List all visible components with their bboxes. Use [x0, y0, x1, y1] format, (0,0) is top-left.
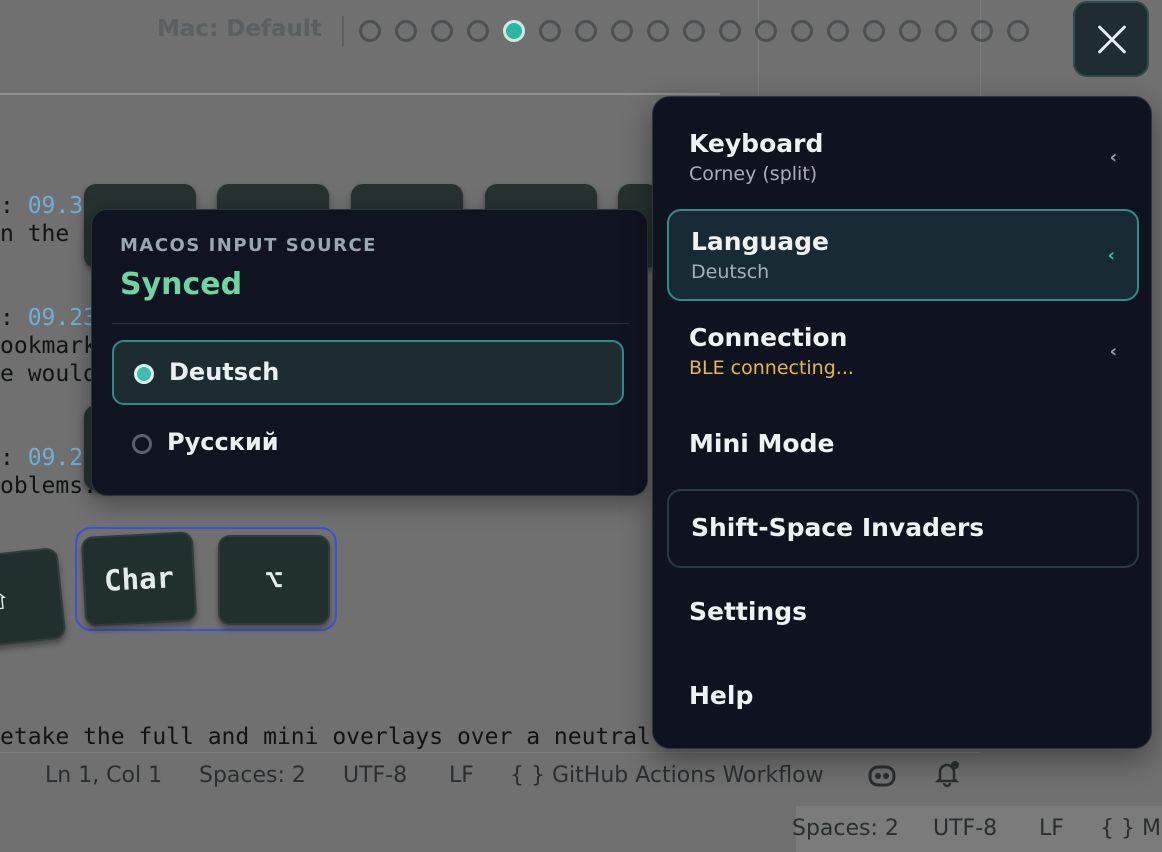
menu-item-subtitle: Deutsch [691, 261, 770, 283]
option-key[interactable]: ⌥ [218, 535, 330, 625]
menu-item-connection[interactable]: Connection BLE connecting... ‹ [667, 307, 1139, 397]
main-menu: Keyboard Corney (split) ‹ Language Deuts… [652, 96, 1152, 749]
language-mode-icon: { } [510, 763, 545, 788]
input-source-popup: MACOS INPUT SOURCE Synced Deutsch Русски… [91, 209, 648, 496]
editor-divider [758, 0, 759, 100]
status-language-mode[interactable]: M [1142, 816, 1161, 841]
menu-item-keyboard[interactable]: Keyboard Corney (split) ‹ [667, 111, 1139, 201]
radio-selected-icon [134, 364, 154, 384]
editor-line: : 09.23 [0, 305, 97, 331]
editor-divider [980, 0, 981, 100]
chevron-left-icon: ‹ [1109, 147, 1117, 168]
menu-item-title: Mini Mode [689, 429, 835, 458]
editor-line: ookmark [0, 333, 97, 359]
editor-status-bar-secondary: Spaces: 2 UTF-8 LF { } M [792, 806, 1162, 852]
language-option-label: Deutsch [169, 358, 280, 386]
radio-unselected-icon [132, 434, 152, 454]
layout-dot[interactable] [359, 20, 381, 42]
layout-dot[interactable] [899, 20, 921, 42]
layout-dot[interactable] [611, 20, 633, 42]
layout-dot[interactable] [791, 20, 813, 42]
editor-line: oblems. [0, 473, 97, 499]
menu-item-subtitle: Corney (split) [689, 163, 818, 185]
menu-item-shift-space-invaders[interactable]: Shift-Space Invaders [667, 489, 1139, 568]
menu-item-title: Settings [689, 597, 808, 626]
status-encoding[interactable]: UTF-8 [933, 816, 997, 841]
editor-line: : 09.33 [0, 193, 97, 219]
option-icon: ⌥ [265, 563, 283, 597]
layout-dot[interactable] [1007, 20, 1029, 42]
language-option-deutsch[interactable]: Deutsch [112, 340, 624, 405]
status-indentation[interactable]: Spaces: 2 [792, 816, 899, 841]
chevron-left-icon: ‹ [1107, 245, 1115, 266]
menu-item-help[interactable]: Help [667, 659, 1139, 735]
char-key-label: Char [103, 560, 175, 598]
layout-dot[interactable] [431, 20, 453, 42]
layout-dot[interactable] [935, 20, 957, 42]
language-option-label: Русский [167, 428, 279, 456]
status-encoding[interactable]: UTF-8 [343, 763, 407, 788]
close-button[interactable] [1073, 1, 1149, 77]
status-language-mode[interactable]: GitHub Actions Workflow [552, 763, 824, 788]
layout-dot[interactable] [539, 20, 561, 42]
menu-item-title: Connection [689, 323, 848, 352]
input-source-status: Synced [120, 267, 243, 302]
editor-line: etake the full and mini overlays over a … [0, 724, 651, 750]
layout-dot[interactable] [971, 20, 993, 42]
layout-name: Mac: Default [157, 16, 322, 42]
menu-item-mini-mode[interactable]: Mini Mode [667, 407, 1139, 483]
layout-dot[interactable] [467, 20, 489, 42]
menu-item-title: Keyboard [689, 129, 824, 158]
editor-status-bar: Ln 1, Col 1 Spaces: 2 UTF-8 LF { } GitHu… [0, 752, 980, 797]
input-source-label: MACOS INPUT SOURCE [120, 235, 377, 256]
editor-line: : 09.25 [0, 445, 97, 471]
chevron-left-icon: ‹ [1109, 341, 1117, 362]
layout-dot[interactable] [863, 20, 885, 42]
char-key[interactable]: Char [80, 531, 198, 627]
status-line-ending[interactable]: LF [1039, 816, 1064, 841]
status-cursor-position[interactable]: Ln 1, Col 1 [45, 763, 162, 788]
layout-dot[interactable] [719, 20, 741, 42]
shift-icon: ⇧ [0, 581, 11, 617]
menu-item-settings[interactable]: Settings [667, 575, 1139, 651]
shift-key[interactable]: ⇧ [0, 546, 67, 650]
menu-item-language[interactable]: Language Deutsch ‹ [667, 209, 1139, 301]
layout-dot[interactable] [575, 20, 597, 42]
status-indentation[interactable]: Spaces: 2 [199, 763, 306, 788]
status-line-ending[interactable]: LF [449, 763, 474, 788]
copilot-icon[interactable] [866, 763, 898, 789]
language-mode-icon: { } [1100, 816, 1135, 841]
layout-dot[interactable] [683, 20, 705, 42]
layout-dot[interactable] [827, 20, 849, 42]
editor-line: n the k [0, 221, 97, 247]
layout-dot-active[interactable] [503, 20, 525, 42]
menu-item-title: Language [691, 227, 830, 256]
divider [112, 323, 629, 324]
bell-icon[interactable] [932, 759, 962, 789]
connection-status: BLE connecting... [689, 357, 854, 379]
language-option-russian[interactable]: Русский [112, 412, 624, 477]
layout-dot[interactable] [395, 20, 417, 42]
layout-separator [342, 16, 344, 46]
layout-dot[interactable] [647, 20, 669, 42]
menu-item-title: Shift-Space Invaders [691, 513, 985, 542]
layout-dot[interactable] [755, 20, 777, 42]
editor-top-rule [0, 93, 720, 95]
editor-line: e would [0, 361, 97, 387]
menu-item-title: Help [689, 681, 754, 710]
